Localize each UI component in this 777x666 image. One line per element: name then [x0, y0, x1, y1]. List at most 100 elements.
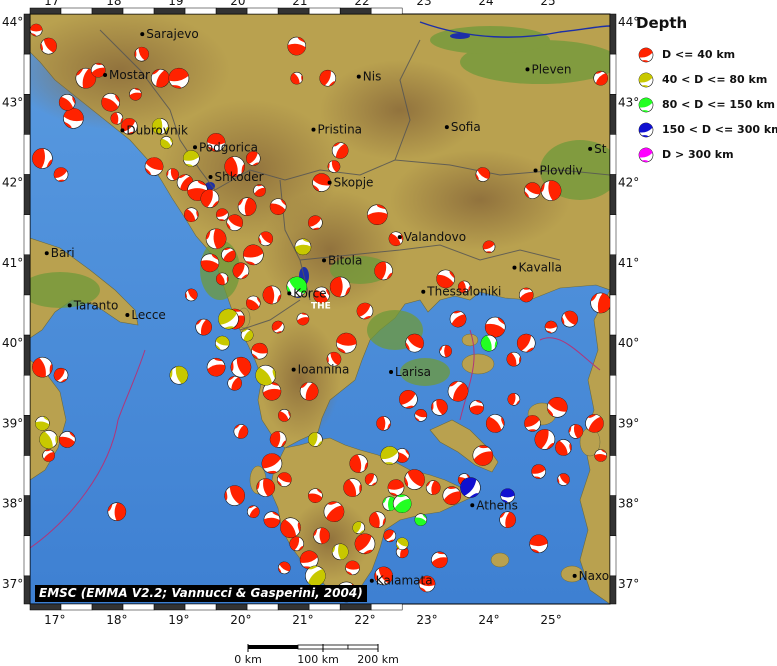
seismicity-map: Sarajevo Mostar Nis Pleven Pristina Sofia Dubr…: [0, 0, 777, 666]
city-label: Sofia: [451, 120, 481, 134]
city-marker: Skopje: [327, 176, 374, 190]
legend-item: 80 < D <= 150 km: [630, 92, 777, 117]
lon-tick-label: 20°: [230, 0, 251, 8]
city-label: Athens: [476, 498, 518, 512]
lon-tick-label: 21°: [292, 0, 313, 8]
focal-mechanism: [107, 502, 127, 521]
city-label: St: [594, 142, 607, 156]
city-marker: Korce: [287, 286, 327, 300]
scale-label: 0 km: [234, 653, 262, 666]
focal-mechanism: [638, 122, 654, 137]
lat-tick-label: 38°: [2, 497, 23, 511]
city-marker: Valandovo: [397, 230, 466, 244]
city-label: Podgorica: [199, 140, 258, 154]
city-marker: Ioannina: [291, 363, 350, 377]
city-label: Taranto: [73, 298, 119, 312]
legend-title: Depth: [636, 14, 688, 32]
legend-label: 150 < D <= 300 km: [662, 123, 777, 136]
focal-mechanism: [329, 276, 351, 298]
city-marker: Larisa: [389, 365, 431, 379]
legend-label: D <= 40 km: [662, 48, 736, 61]
city-marker: Podgorica: [193, 140, 258, 154]
city-label: Naxo: [579, 569, 609, 583]
lon-tick-label: 21°: [292, 613, 313, 627]
legend-item: D <= 40 km: [630, 42, 777, 67]
city-marker: Dubrovnik: [120, 123, 188, 137]
credit-label: EMSC (EMMA V2.2; Vannucci & Gasperini, 2…: [35, 585, 367, 602]
legend-label: 40 < D <= 80 km: [662, 73, 768, 86]
lat-tick-label: 42°: [2, 176, 23, 190]
city-label: Sarajevo: [146, 27, 198, 41]
city-marker: Thessaloniki: [421, 285, 501, 299]
lon-tick-label: 24°: [478, 613, 499, 627]
city-label: Kalamata: [376, 574, 433, 588]
lon-tick-label: 23°: [416, 613, 437, 627]
lat-tick-label: 41°: [2, 256, 23, 270]
city-label: Skopje: [334, 176, 374, 190]
city-marker: Athens: [470, 498, 518, 512]
focal-mechanism: [313, 527, 330, 545]
focal-mechanism: [638, 47, 654, 62]
lat-tick-label: 44°: [2, 15, 23, 29]
focal-mechanism: [638, 147, 654, 162]
focal-mechanism: [638, 97, 654, 112]
lon-tick-label: 20°: [230, 613, 251, 627]
map-label: THE: [311, 302, 331, 312]
lon-tick-label: 17°: [44, 613, 65, 627]
focal-mechanism: [439, 344, 452, 358]
city-label: Dubrovnik: [126, 123, 188, 137]
city-label: Pleven: [531, 62, 571, 76]
legend-item: D > 300 km: [630, 142, 777, 167]
beachball-icon: [638, 147, 654, 162]
legend-label: 80 < D <= 150 km: [662, 98, 775, 111]
lat-tick-label: 40°: [2, 336, 23, 350]
legend-label: D > 300 km: [662, 148, 734, 161]
focal-mechanism: [294, 238, 312, 256]
city-marker: Shkoder: [208, 170, 264, 184]
lon-tick-label: 18°: [106, 613, 127, 627]
city-label: Larisa: [395, 365, 431, 379]
lon-tick-label: 23°: [416, 0, 437, 8]
focal-mechanism: [638, 72, 654, 87]
beachball-icon: [638, 72, 654, 87]
lon-tick-label: 19°: [168, 613, 189, 627]
city-label: Nis: [363, 70, 382, 84]
lat-tick-label: 37°: [618, 577, 639, 591]
city-label: Korce: [293, 286, 326, 300]
city-label: Plovdiv: [540, 164, 583, 178]
city-label: Ioannina: [298, 363, 350, 377]
city-marker: Plovdiv: [533, 164, 583, 178]
depth-legend: Depth D <= 40 km 40 < D <= 80 km 80 < D …: [630, 14, 777, 167]
city-marker: Sofia: [444, 120, 481, 134]
scale-label: 100 km: [297, 653, 339, 666]
focal-mechanism: [30, 23, 43, 37]
lat-tick-label: 39°: [618, 416, 639, 430]
lon-tick-label: 19°: [168, 0, 189, 8]
city-label: Pristina: [317, 123, 362, 137]
island: [461, 333, 479, 347]
lon-tick-label: 17°: [44, 0, 65, 8]
city-marker: Lecce: [125, 308, 166, 322]
city-marker: Kavalla: [512, 261, 562, 275]
lat-tick-label: 37°: [2, 577, 23, 591]
lon-tick-label: 25°: [540, 613, 561, 627]
lat-tick-label: 39°: [2, 416, 23, 430]
lat-tick-label: 40°: [618, 336, 639, 350]
lat-tick-label: 43°: [2, 95, 23, 109]
city-label: Thessaloniki: [426, 285, 501, 299]
lon-tick-label: 22°: [354, 613, 375, 627]
city-label: Bari: [51, 246, 75, 260]
city-marker: Pleven: [525, 62, 572, 76]
city-marker: Kalamata: [369, 574, 433, 588]
city-marker: Taranto: [67, 298, 119, 312]
scale-label: 200 km: [357, 653, 399, 666]
city-label: Valandovo: [404, 230, 466, 244]
beachball-icon: [638, 122, 654, 137]
lon-tick-label: 25°: [540, 0, 561, 8]
beachball-icon: [638, 47, 654, 62]
lon-tick-label: 22°: [354, 0, 375, 8]
lon-tick-label: 24°: [478, 0, 499, 8]
city-marker: Mostar: [103, 68, 150, 82]
city-label: Shkoder: [215, 170, 264, 184]
city-marker: Pristina: [311, 123, 362, 137]
